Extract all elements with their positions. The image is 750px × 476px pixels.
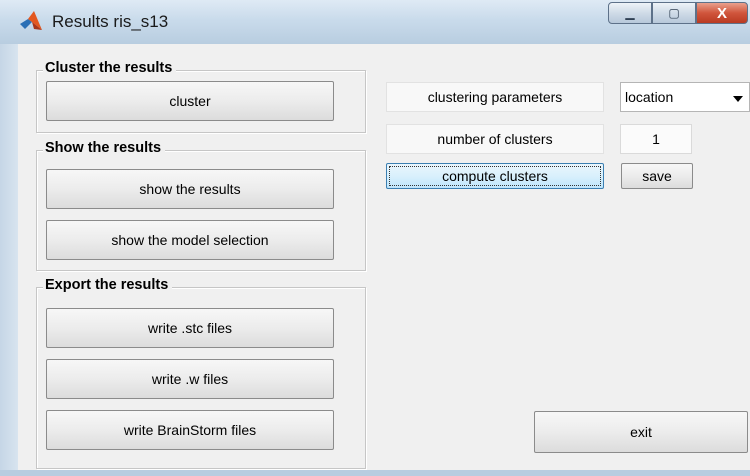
clustering-parameters-label: clustering parameters [386,82,604,112]
app-window: Results ris_s13 ▁ ▢ X Cluster the result… [0,0,750,476]
save-button[interactable]: save [621,163,693,189]
window-frame-left [0,44,18,470]
show-panel-title: Show the results [43,140,166,156]
export-panel: Export the results write .stc files writ… [36,277,366,469]
cluster-panel-title: Cluster the results [43,60,177,76]
number-of-clusters-input[interactable]: 1 [620,124,692,154]
export-panel-title: Export the results [43,277,173,293]
clustering-parameters-value: location [625,89,674,105]
matlab-icon [19,10,43,32]
compute-clusters-button[interactable]: compute clusters [386,163,604,189]
clustering-parameters-select[interactable]: location [620,82,750,112]
title-bar[interactable]: Results ris_s13 ▁ ▢ X [0,0,750,45]
write-stc-files-button[interactable]: write .stc files [46,308,334,348]
write-brainstorm-files-button[interactable]: write BrainStorm files [46,410,334,450]
minimize-icon: ▁ [625,6,635,20]
window-frame-bottom [0,470,750,476]
maximize-icon: ▢ [668,6,680,20]
show-model-selection-button[interactable]: show the model selection [46,220,334,260]
show-panel: Show the results show the results show t… [36,140,366,271]
cluster-button[interactable]: cluster [46,81,334,121]
write-w-files-button[interactable]: write .w files [46,359,334,399]
number-of-clusters-label: number of clusters [386,124,604,154]
exit-button[interactable]: exit [534,411,748,453]
show-results-button[interactable]: show the results [46,169,334,209]
chevron-down-icon [733,96,743,102]
cluster-panel: Cluster the results cluster [36,60,366,133]
window-title: Results ris_s13 [52,12,169,31]
close-icon: X [716,4,727,22]
maximize-button[interactable]: ▢ [652,2,696,24]
minimize-button[interactable]: ▁ [608,2,652,24]
close-button[interactable]: X [696,2,748,24]
caption-buttons: ▁ ▢ X [608,2,748,26]
